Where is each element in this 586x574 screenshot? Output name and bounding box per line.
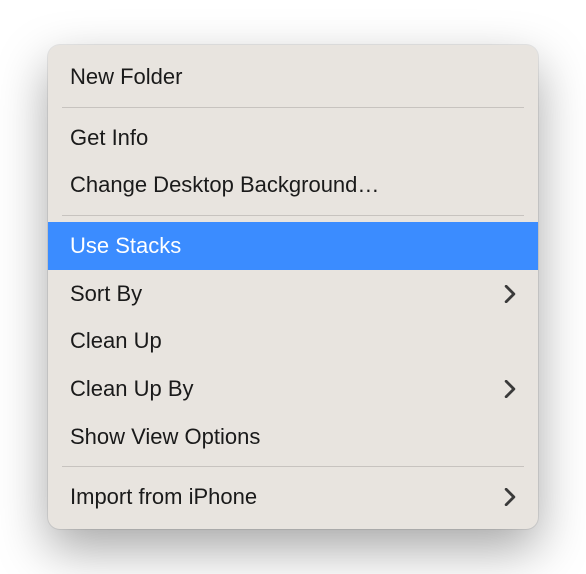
menu-item-label: New Folder (70, 62, 516, 92)
menu-separator (62, 215, 524, 216)
menu-item-sort-by[interactable]: Sort By (48, 270, 538, 318)
menu-item-label: Import from iPhone (70, 482, 504, 512)
menu-separator (62, 466, 524, 467)
menu-item-use-stacks[interactable]: Use Stacks (48, 222, 538, 270)
menu-item-label: Use Stacks (70, 231, 516, 261)
menu-item-label: Sort By (70, 279, 504, 309)
chevron-right-icon (504, 380, 516, 398)
desktop-context-menu: New Folder Get Info Change Desktop Backg… (48, 45, 538, 529)
menu-item-new-folder[interactable]: New Folder (48, 53, 538, 101)
chevron-right-icon (504, 488, 516, 506)
menu-item-label: Get Info (70, 123, 516, 153)
menu-item-label: Clean Up By (70, 374, 504, 404)
chevron-right-icon (504, 285, 516, 303)
menu-item-clean-up[interactable]: Clean Up (48, 317, 538, 365)
menu-separator (62, 107, 524, 108)
menu-item-show-view-options[interactable]: Show View Options (48, 413, 538, 461)
menu-item-label: Clean Up (70, 326, 516, 356)
menu-item-label: Change Desktop Background… (70, 170, 516, 200)
menu-item-get-info[interactable]: Get Info (48, 114, 538, 162)
menu-item-import-from-iphone[interactable]: Import from iPhone (48, 473, 538, 521)
menu-item-clean-up-by[interactable]: Clean Up By (48, 365, 538, 413)
menu-item-change-desktop-background[interactable]: Change Desktop Background… (48, 161, 538, 209)
menu-item-label: Show View Options (70, 422, 516, 452)
